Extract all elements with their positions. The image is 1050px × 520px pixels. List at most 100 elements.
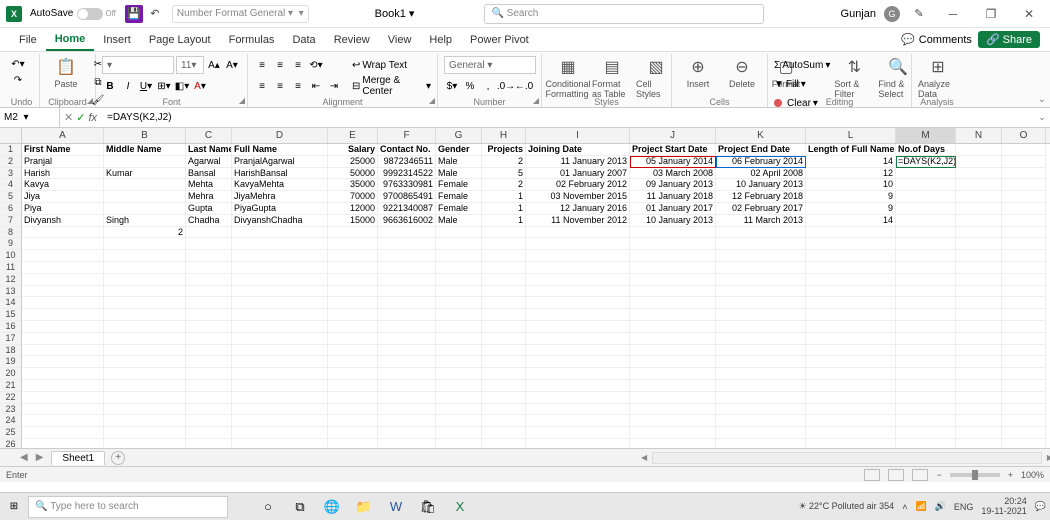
zoom-in-button[interactable]: + bbox=[1008, 470, 1013, 480]
cell-J15[interactable] bbox=[630, 309, 716, 321]
cell-L12[interactable] bbox=[806, 274, 896, 286]
cell-N11[interactable] bbox=[956, 262, 1002, 274]
cell-J11[interactable] bbox=[630, 262, 716, 274]
cell-L1[interactable]: Length of Full Names bbox=[806, 144, 896, 156]
cell-I18[interactable] bbox=[526, 345, 630, 357]
row-header[interactable]: 5 bbox=[0, 191, 22, 203]
share-button[interactable]: 🔗 Share bbox=[978, 31, 1040, 48]
row-header[interactable]: 10 bbox=[0, 250, 22, 262]
cell-N10[interactable] bbox=[956, 250, 1002, 262]
cell-I3[interactable]: 01 January 2007 bbox=[526, 168, 630, 180]
cell-F23[interactable] bbox=[378, 404, 436, 416]
cell-O2[interactable] bbox=[1002, 156, 1046, 168]
cell-K15[interactable] bbox=[716, 309, 806, 321]
cell-F13[interactable] bbox=[378, 286, 436, 298]
taskbar-search[interactable]: 🔍 Type here to search bbox=[28, 496, 228, 518]
cell-H14[interactable] bbox=[482, 297, 526, 309]
cell-B16[interactable] bbox=[104, 321, 186, 333]
cell-A6[interactable]: Piya bbox=[22, 203, 104, 215]
cell-I10[interactable] bbox=[526, 250, 630, 262]
cell-F14[interactable] bbox=[378, 297, 436, 309]
cell-N19[interactable] bbox=[956, 356, 1002, 368]
toggle-icon[interactable] bbox=[77, 8, 103, 20]
expand-formula-button[interactable]: ⌄ bbox=[1034, 112, 1050, 123]
cell-A12[interactable] bbox=[22, 274, 104, 286]
cell-F10[interactable] bbox=[378, 250, 436, 262]
cell-E9[interactable] bbox=[328, 238, 378, 250]
insert-cells-button[interactable]: ⊕Insert bbox=[678, 56, 718, 89]
wifi-icon[interactable]: 📶 bbox=[915, 501, 926, 512]
cell-N21[interactable] bbox=[956, 380, 1002, 392]
cell-N23[interactable] bbox=[956, 404, 1002, 416]
cell-N6[interactable] bbox=[956, 203, 1002, 215]
cell-J17[interactable] bbox=[630, 333, 716, 345]
cell-E14[interactable] bbox=[328, 297, 378, 309]
row-header[interactable]: 15 bbox=[0, 309, 22, 321]
cell-I20[interactable] bbox=[526, 368, 630, 380]
sheet-nav-next[interactable]: ▶ bbox=[36, 452, 44, 463]
cell-I5[interactable]: 03 November 2015 bbox=[526, 191, 630, 203]
cell-G25[interactable] bbox=[436, 427, 482, 439]
view-break-button[interactable] bbox=[912, 469, 928, 481]
cell-L13[interactable] bbox=[806, 286, 896, 298]
cell-K9[interactable] bbox=[716, 238, 806, 250]
cell-N26[interactable] bbox=[956, 439, 1002, 448]
cell-D1[interactable]: Full Name bbox=[232, 144, 328, 156]
cell-O14[interactable] bbox=[1002, 297, 1046, 309]
cell-D10[interactable] bbox=[232, 250, 328, 262]
cell-H22[interactable] bbox=[482, 392, 526, 404]
comments-button[interactable]: 💬 Comments bbox=[901, 33, 972, 46]
cell-D7[interactable]: DivyanshChadha bbox=[232, 215, 328, 227]
name-box[interactable]: M2 ▾ bbox=[0, 108, 60, 127]
cell-C24[interactable] bbox=[186, 415, 232, 427]
cell-E3[interactable]: 50000 bbox=[328, 168, 378, 180]
cell-J1[interactable]: Project Start Date bbox=[630, 144, 716, 156]
pen-icon[interactable]: ✎ bbox=[909, 4, 929, 24]
cell-L8[interactable] bbox=[806, 227, 896, 239]
cell-F1[interactable]: Contact No. bbox=[378, 144, 436, 156]
cell-K19[interactable] bbox=[716, 356, 806, 368]
cell-F16[interactable] bbox=[378, 321, 436, 333]
cell-O12[interactable] bbox=[1002, 274, 1046, 286]
cell-E12[interactable] bbox=[328, 274, 378, 286]
cell-O9[interactable] bbox=[1002, 238, 1046, 250]
cell-F11[interactable] bbox=[378, 262, 436, 274]
cell-F22[interactable] bbox=[378, 392, 436, 404]
cell-L17[interactable] bbox=[806, 333, 896, 345]
cell-D25[interactable] bbox=[232, 427, 328, 439]
cell-J10[interactable] bbox=[630, 250, 716, 262]
orientation-button[interactable]: ⟲▾ bbox=[308, 57, 324, 73]
row-header[interactable]: 26 bbox=[0, 439, 22, 448]
cell-G7[interactable]: Male bbox=[436, 215, 482, 227]
cell-A23[interactable] bbox=[22, 404, 104, 416]
sheet-tab[interactable]: Sheet1 bbox=[51, 451, 105, 465]
cell-I11[interactable] bbox=[526, 262, 630, 274]
cell-I6[interactable]: 12 January 2016 bbox=[526, 203, 630, 215]
cell-H26[interactable] bbox=[482, 439, 526, 448]
cell-G5[interactable]: Female bbox=[436, 191, 482, 203]
cell-J5[interactable]: 11 January 2018 bbox=[630, 191, 716, 203]
user-name[interactable]: Gunjan bbox=[841, 8, 876, 20]
font-size-select[interactable]: 11▾ bbox=[176, 56, 204, 74]
cell-L18[interactable] bbox=[806, 345, 896, 357]
cell-H16[interactable] bbox=[482, 321, 526, 333]
cell-L2[interactable]: 14 bbox=[806, 156, 896, 168]
row-header[interactable]: 12 bbox=[0, 274, 22, 286]
row-header[interactable]: 16 bbox=[0, 321, 22, 333]
cell-K23[interactable] bbox=[716, 404, 806, 416]
cell-N20[interactable] bbox=[956, 368, 1002, 380]
cell-C14[interactable] bbox=[186, 297, 232, 309]
search-input[interactable]: 🔍 Search bbox=[484, 4, 764, 24]
cell-D18[interactable] bbox=[232, 345, 328, 357]
cell-G18[interactable] bbox=[436, 345, 482, 357]
cell-C13[interactable] bbox=[186, 286, 232, 298]
cell-D23[interactable] bbox=[232, 404, 328, 416]
cell-G4[interactable]: Female bbox=[436, 179, 482, 191]
cell-D3[interactable]: HarishBansal bbox=[232, 168, 328, 180]
cell-M15[interactable] bbox=[896, 309, 956, 321]
spreadsheet-grid[interactable]: ABCDEFGHIJKLMNO 1First NameMiddle NameLa… bbox=[0, 128, 1050, 448]
cell-A3[interactable]: Harish bbox=[22, 168, 104, 180]
cell-L21[interactable] bbox=[806, 380, 896, 392]
row-header[interactable]: 24 bbox=[0, 415, 22, 427]
cortana-icon[interactable]: ○ bbox=[258, 497, 278, 517]
